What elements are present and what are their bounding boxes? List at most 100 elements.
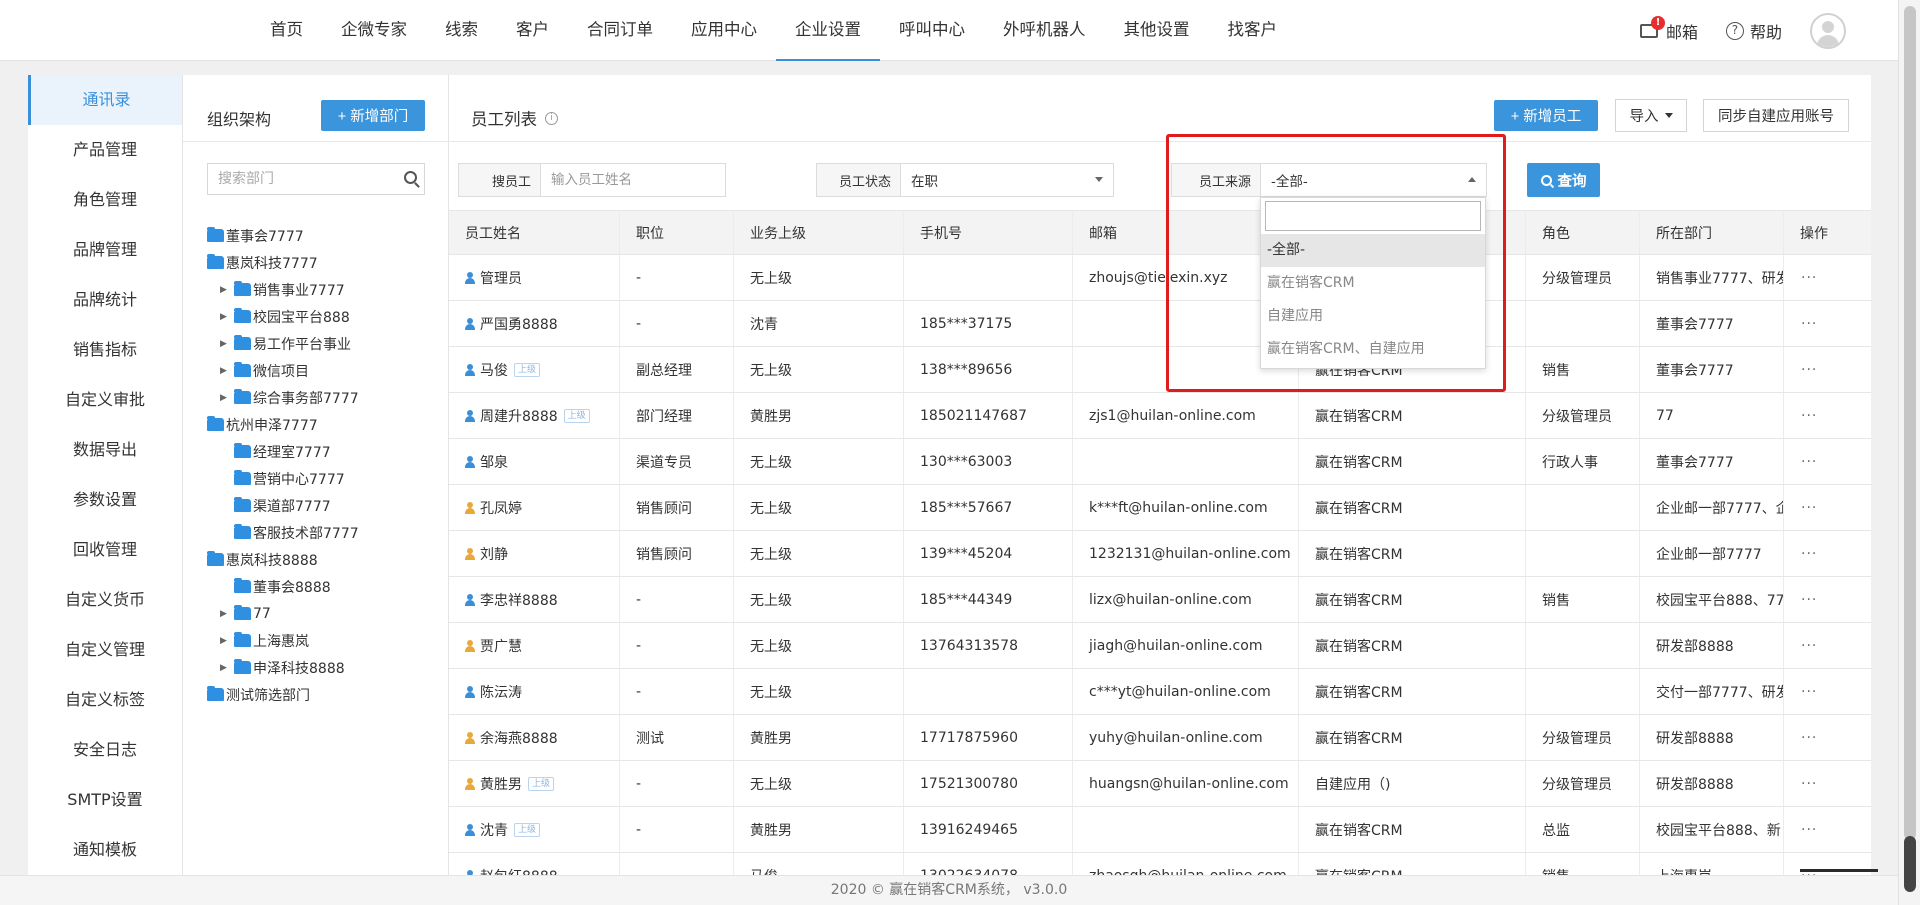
query-button[interactable]: 查询 [1527,163,1600,197]
scrollbar-thumb[interactable] [1904,6,1916,840]
nav-item-8[interactable]: 外呼机器人 [984,0,1105,61]
sidebar-item-1[interactable]: 产品管理 [28,125,182,175]
nav-item-2[interactable]: 线索 [426,0,497,61]
tree-node[interactable]: 杭州申泽7777 [205,411,445,438]
more-actions-icon[interactable]: ··· [1801,822,1817,838]
employee-name[interactable]: 沈青 [480,820,508,840]
more-actions-icon[interactable]: ··· [1801,638,1817,654]
more-actions-icon[interactable]: ··· [1801,546,1817,562]
nav-item-5[interactable]: 应用中心 [672,0,776,61]
sidebar-item-8[interactable]: 参数设置 [28,475,182,525]
add-department-button[interactable]: + 新增部门 [321,100,425,131]
user-avatar[interactable] [1810,12,1846,49]
sidebar-item-0[interactable]: 通讯录 [28,75,182,125]
expand-arrow-icon[interactable]: ▶ [219,393,228,403]
more-actions-icon[interactable]: ··· [1801,730,1817,746]
employee-name[interactable]: 邹泉 [480,452,508,472]
help-link[interactable]: ? 帮助 [1725,19,1782,43]
dropdown-search-input[interactable] [1266,202,1480,230]
tree-node[interactable]: 董事会7777 [205,222,445,249]
expand-arrow-icon[interactable]: ▶ [219,366,228,376]
more-actions-icon[interactable]: ··· [1801,454,1817,470]
nav-item-3[interactable]: 客户 [497,0,568,61]
sidebar-item-11[interactable]: 自定义管理 [28,625,182,675]
expand-arrow-icon[interactable]: ▶ [219,312,228,322]
dropdown-option[interactable]: 赢在销客CRM、自建应用 [1261,333,1485,366]
more-actions-icon[interactable]: ··· [1801,684,1817,700]
expand-arrow-icon[interactable]: ▶ [219,609,228,619]
sidebar-item-6[interactable]: 自定义审批 [28,375,182,425]
import-dropdown-button[interactable]: 导入 [1615,99,1687,132]
sidebar-item-4[interactable]: 品牌统计 [28,275,182,325]
employee-name[interactable]: 周建升8888 [480,406,558,426]
column-header[interactable]: 职位 [620,211,734,254]
tree-node[interactable]: ▶ 销售事业7777 [205,276,445,303]
tree-node[interactable]: ▶ 上海惠岚 [205,627,445,654]
column-header[interactable]: 手机号 [904,211,1073,254]
expand-arrow-icon[interactable]: ▶ [219,636,228,646]
employee-name[interactable]: 马俊 [480,360,508,380]
tree-node[interactable]: 惠岚科技7777 [205,249,445,276]
nav-item-1[interactable]: 企微专家 [322,0,426,61]
tree-node[interactable]: ▶ 易工作平台事业 [205,330,445,357]
add-employee-button[interactable]: + 新增员工 [1494,100,1598,131]
column-header[interactable]: 员工姓名 [449,211,620,254]
nav-item-7[interactable]: 呼叫中心 [880,0,984,61]
sidebar-item-13[interactable]: 安全日志 [28,725,182,775]
tree-node[interactable]: 客服技术部7777 [205,519,445,546]
tree-node[interactable]: 营销中心7777 [205,465,445,492]
tree-node[interactable]: ▶ 微信项目 [205,357,445,384]
more-actions-icon[interactable]: ··· [1801,592,1817,608]
tree-node[interactable]: ▶ 校园宝平台888 [205,303,445,330]
tree-node[interactable]: ▶ 77 [205,600,445,627]
status-filter[interactable]: 员工状态 在职 [816,163,1114,197]
more-actions-icon[interactable]: ··· [1801,316,1817,332]
sidebar-item-2[interactable]: 角色管理 [28,175,182,225]
status-select[interactable]: 在职 [901,164,1113,196]
employee-name[interactable]: 孔凤婷 [480,498,522,518]
tree-node[interactable]: 测试筛选部门 [205,681,445,708]
tree-node[interactable]: 经理室7777 [205,438,445,465]
tree-node[interactable]: ▶ 申泽科技8888 [205,654,445,681]
employee-name[interactable]: 李忠祥8888 [480,590,558,610]
more-actions-icon[interactable]: ··· [1801,408,1817,424]
employee-name[interactable]: 黄胜男 [480,774,522,794]
nav-item-0[interactable]: 首页 [251,0,322,61]
expand-arrow-icon[interactable]: ▶ [219,285,228,295]
sidebar-item-15[interactable]: 通知模板 [28,825,182,875]
sidebar-item-5[interactable]: 销售指标 [28,325,182,375]
more-actions-icon[interactable]: ··· [1801,500,1817,516]
expand-arrow-icon[interactable]: ▶ [219,663,228,673]
employee-name[interactable]: 余海燕8888 [480,728,558,748]
tree-node[interactable]: 惠岚科技8888 [205,546,445,573]
column-header[interactable]: 业务上级 [734,211,904,254]
tree-node[interactable]: 渠道部7777 [205,492,445,519]
sidebar-item-10[interactable]: 自定义货币 [28,575,182,625]
nav-item-4[interactable]: 合同订单 [568,0,672,61]
sidebar-item-12[interactable]: 自定义标签 [28,675,182,725]
nav-item-10[interactable]: 找客户 [1209,0,1297,61]
employee-name[interactable]: 管理员 [480,268,522,288]
nav-item-9[interactable]: 其他设置 [1105,0,1209,61]
scrollbar-thumb-lower[interactable] [1904,836,1916,892]
employee-name[interactable]: 严国勇8888 [480,314,558,334]
more-actions-icon[interactable]: ··· [1801,270,1817,286]
sidebar-item-9[interactable]: 回收管理 [28,525,182,575]
more-actions-icon[interactable]: ··· [1801,362,1817,378]
more-actions-icon[interactable]: ··· [1801,776,1817,792]
tree-node[interactable]: ▶ 综合事务部7777 [205,384,445,411]
nav-item-6[interactable]: 企业设置 [776,0,880,61]
column-header[interactable]: 所在部门 [1640,211,1784,254]
sidebar-item-14[interactable]: SMTP设置 [28,775,182,825]
source-filter[interactable]: 员工来源 -全部- [1171,163,1487,197]
employee-name[interactable]: 陈沄涛 [480,682,522,702]
dropdown-option[interactable]: 自建应用 [1261,300,1485,333]
source-select[interactable]: -全部- [1261,164,1486,196]
column-header[interactable]: 角色 [1526,211,1640,254]
mail-link[interactable]: ! 邮箱 [1639,15,1698,43]
sidebar-item-7[interactable]: 数据导出 [28,425,182,475]
sync-accounts-button[interactable]: 同步自建应用账号 [1703,99,1849,132]
page-scrollbar[interactable] [1898,0,1920,905]
sidebar-item-3[interactable]: 品牌管理 [28,225,182,275]
search-icon[interactable] [404,171,417,184]
